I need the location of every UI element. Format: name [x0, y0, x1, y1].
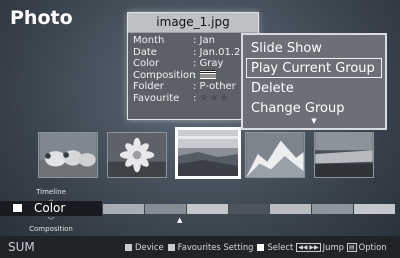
sort-current[interactable]: Color [0, 201, 102, 216]
jump-keys-icon: ◀◀ ▶▶ [296, 242, 321, 252]
menu-item-play-current-group[interactable]: Play Current Group [246, 58, 382, 78]
photo-screen: Photo image_1.jpg Month : Jan Date : Jan… [0, 0, 400, 258]
composition-icon [199, 70, 216, 79]
option-label[interactable]: Option [359, 242, 387, 252]
color-group-segment[interactable] [186, 204, 228, 214]
info-row-favourite: Favourite : ★★★ [128, 93, 258, 105]
info-value: : [193, 69, 197, 81]
thumbnail-flower-photo[interactable] [107, 132, 167, 178]
color-group-segment[interactable] [270, 204, 312, 214]
thumbnail-strip [0, 124, 400, 184]
color-group-segment[interactable] [354, 204, 395, 214]
jump-label[interactable]: Jump [323, 242, 344, 252]
favourites-setting-label[interactable]: Favourites Setting [178, 242, 254, 252]
thumbnail-landscape-photo[interactable] [314, 132, 374, 178]
info-value: : [193, 92, 197, 104]
bottom-bar: SUM Device Favourites Setting Select ◀◀ … [0, 236, 400, 258]
device-key-icon [125, 243, 132, 251]
info-label: Composition [133, 69, 196, 81]
menu-item-slide-show[interactable]: Slide Show [246, 38, 382, 58]
favourites-key-icon [167, 243, 175, 251]
color-group-segment[interactable] [103, 204, 144, 214]
info-label: Folder [133, 81, 164, 92]
file-info-panel: image_1.jpg Month : Jan Date : Jan.01.2 … [127, 12, 259, 120]
select-label[interactable]: Select [267, 242, 293, 252]
info-label: Month [133, 35, 165, 46]
position-marker-icon: ▲ [177, 216, 183, 224]
thumbnail-mountain-photo[interactable] [245, 132, 305, 178]
menu-item-delete[interactable]: Delete [246, 78, 382, 98]
color-group-segment[interactable] [144, 204, 186, 214]
thumbnail-coast-photo-selected[interactable] [175, 127, 241, 179]
info-row-date: Date : Jan.01.2 [128, 47, 258, 59]
menu-item-change-group[interactable]: Change Group [246, 98, 382, 118]
select-key-icon [257, 243, 265, 251]
file-name: image_1.jpg [128, 13, 258, 33]
info-label: Color [133, 58, 160, 69]
color-swatch-icon [13, 204, 22, 212]
thumbnail-sheep-photo[interactable] [38, 132, 98, 178]
info-row-month: Month : Jan [128, 35, 258, 47]
color-group-segment[interactable] [228, 204, 270, 214]
favourite-stars-icon: ★★★ [199, 92, 230, 104]
device-label[interactable]: Device [135, 242, 164, 252]
info-row-color: Color : Gray [128, 58, 258, 70]
info-row-folder: Folder : P-other [128, 81, 258, 93]
info-label: Favourite [133, 92, 180, 104]
option-menu: Slide Show Play Current Group Delete Cha… [241, 33, 387, 130]
button-legend: Device Favourites Setting Select ◀◀ ▶▶ J… [121, 236, 387, 258]
color-group-segment[interactable] [312, 204, 354, 214]
info-row-composition: Composition : [128, 70, 258, 82]
sort-next-label: Composition [29, 225, 73, 233]
sum-label: SUM [8, 240, 35, 254]
page-title: Photo [10, 7, 73, 29]
sort-current-label: Color [34, 201, 66, 215]
option-key-icon: ▤ [346, 242, 357, 252]
info-label: Date [133, 46, 157, 58]
